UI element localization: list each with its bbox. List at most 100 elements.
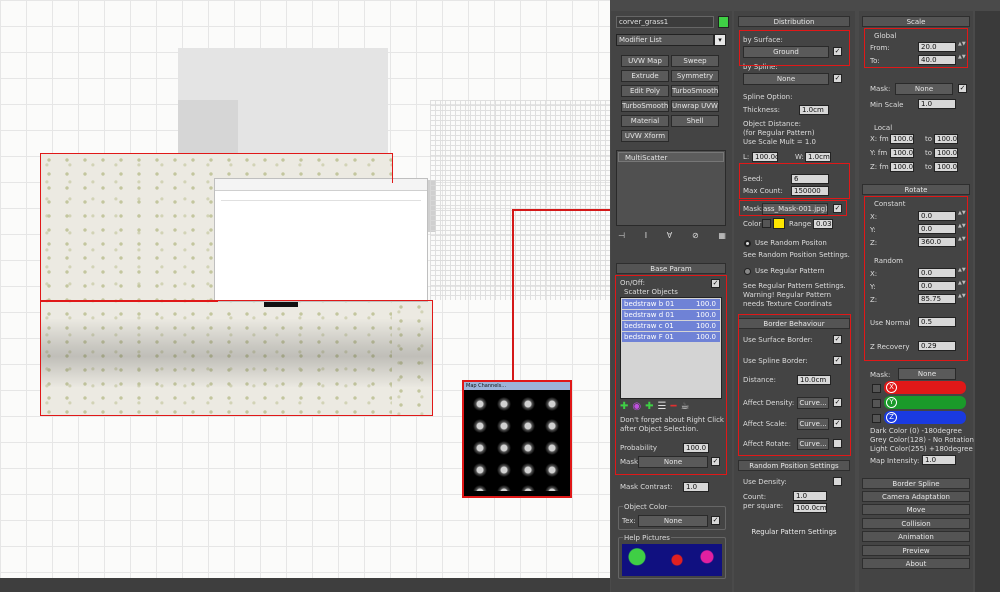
material-button[interactable]: Material xyxy=(621,115,669,127)
remove-modifier-icon[interactable]: ⊘ xyxy=(692,230,699,242)
color-checkbox[interactable] xyxy=(762,219,771,228)
collision-rollout[interactable]: Collision xyxy=(862,518,970,529)
move-rollout[interactable]: Move xyxy=(862,504,970,515)
by-surface-highlight xyxy=(739,30,850,66)
use-random-position-label: Use Random Positon xyxy=(755,239,827,247)
rotate-mask-button[interactable]: None xyxy=(898,368,956,380)
pin-stack-icon[interactable]: ⊣ xyxy=(618,230,625,242)
white-panel xyxy=(214,178,428,302)
uvw-map-button[interactable]: UVW Map xyxy=(621,55,669,67)
per-square-field[interactable]: 100.0cm xyxy=(793,503,827,513)
local-y-to-label: to xyxy=(925,149,933,157)
warning-line-1: Warning! Regular Pattern xyxy=(743,291,832,299)
spline-option-label: Spline Option: xyxy=(743,93,793,101)
tex-checkbox[interactable]: ✓ xyxy=(711,516,720,525)
local-z-label: Z: fm xyxy=(870,163,889,171)
color-swatch[interactable] xyxy=(773,218,785,229)
map-intensity-field[interactable]: 1.0 xyxy=(922,455,956,465)
random-position-radio[interactable] xyxy=(744,240,751,247)
width-field[interactable]: 1.0cm xyxy=(805,152,831,162)
configure-sets-icon[interactable]: ▦ xyxy=(718,230,726,242)
random-position-header[interactable]: Random Position Settings xyxy=(738,460,850,471)
right-scroll-strip[interactable] xyxy=(975,11,1000,592)
local-x-from-field[interactable]: 100.0 xyxy=(890,134,914,144)
mask-contrast-field[interactable]: 1.0 xyxy=(683,482,709,492)
tex-label: Tex: xyxy=(622,517,636,525)
shell-button[interactable]: Shell xyxy=(671,115,719,127)
map-intensity-label: Map Intensity: xyxy=(870,457,920,465)
thickness-field[interactable]: 1.0cm xyxy=(799,105,829,115)
make-unique-icon[interactable]: ∀ xyxy=(667,230,672,242)
length-label: L: xyxy=(743,153,750,161)
range-field[interactable]: 0.03 xyxy=(813,219,833,229)
sweep-button[interactable]: Sweep xyxy=(671,55,719,67)
local-z-to-field[interactable]: 100.0 xyxy=(934,162,958,172)
rotate-highlight xyxy=(864,196,968,361)
show-end-result-icon[interactable]: Ⅰ xyxy=(645,230,647,242)
color-label: Color xyxy=(743,220,762,228)
animation-rollout[interactable]: Animation xyxy=(862,531,970,542)
min-scale-label: Min Scale xyxy=(870,101,904,109)
tex-button[interactable]: None xyxy=(638,515,708,527)
turbosmooth-button-2[interactable]: TurboSmooth xyxy=(621,100,669,112)
object-color-swatch[interactable] xyxy=(718,16,729,28)
border-spline-rollout[interactable]: Border Spline xyxy=(862,478,970,489)
chevron-down-icon[interactable]: ▾ xyxy=(714,34,726,46)
symmetry-button[interactable]: Symmetry xyxy=(671,70,719,82)
mask-window-title: Map Channels... xyxy=(464,382,570,390)
use-scale-mult-note: Use Scale Mult = 1.0 xyxy=(743,138,816,146)
scale-header[interactable]: Scale xyxy=(862,16,970,27)
about-rollout[interactable]: About xyxy=(862,558,970,569)
local-y-from-field[interactable]: 100.0 xyxy=(890,148,914,158)
local-x-label: X: fm xyxy=(870,135,889,143)
regular-pattern-radio[interactable] xyxy=(744,268,751,275)
local-z-from-field[interactable]: 100.0 xyxy=(890,162,914,172)
mask-texture xyxy=(468,393,566,491)
local-x-to-label: to xyxy=(925,135,933,143)
distribution-header[interactable]: Distribution xyxy=(738,16,850,27)
see-regular-note: See Regular Pattern Settings. xyxy=(743,282,846,290)
width-label: W: xyxy=(795,153,804,161)
rotate-mask-label: Mask: xyxy=(870,371,891,379)
z-axis-checkbox[interactable] xyxy=(872,414,881,423)
length-field[interactable]: 100.0cl xyxy=(752,152,778,162)
local-y-to-field[interactable]: 100.0 xyxy=(934,148,958,158)
uvw-xform-button[interactable]: UVW Xform xyxy=(621,130,669,142)
by-spline-button[interactable]: None xyxy=(743,73,829,85)
edit-poly-button[interactable]: Edit Poly xyxy=(621,85,669,97)
modifier-list-dropdown[interactable]: Modifier List xyxy=(616,34,714,46)
per-square-label: per square: xyxy=(743,502,784,510)
extrude-button[interactable]: Extrude xyxy=(621,70,669,82)
min-scale-field[interactable]: 1.0 xyxy=(918,99,956,109)
help-pictures-image xyxy=(622,544,722,576)
local-z-to-label: to xyxy=(925,163,933,171)
by-spline-checkbox[interactable]: ✓ xyxy=(833,74,842,83)
mask-map-highlight xyxy=(739,200,847,216)
x-axis-checkbox[interactable] xyxy=(872,384,881,393)
object-name-field[interactable]: corver_grass1 xyxy=(616,16,714,28)
viewport[interactable]: Map Channels... xyxy=(0,0,610,578)
camera-adaptation-rollout[interactable]: Camera Adaptation xyxy=(862,491,970,502)
grass-outline-top xyxy=(40,153,393,183)
stack-item-multiscatter[interactable]: MultiScatter xyxy=(618,152,724,162)
turbosmooth-button[interactable]: TurboSmooth xyxy=(671,85,719,97)
use-density-checkbox[interactable] xyxy=(833,477,842,486)
mask-preview-window[interactable]: Map Channels... xyxy=(462,380,572,498)
y-axis-checkbox[interactable] xyxy=(872,399,881,408)
local-label: Local xyxy=(874,124,893,132)
mask-contrast-label: Mask Contrast: xyxy=(620,483,673,491)
use-density-label: Use Density: xyxy=(743,478,787,486)
unwrap-uvw-button[interactable]: Unwrap UVW xyxy=(671,100,719,112)
rotate-header[interactable]: Rotate xyxy=(862,184,970,195)
local-x-to-field[interactable]: 100.0 xyxy=(934,134,958,144)
scale-mask-checkbox[interactable]: ✓ xyxy=(958,84,967,93)
base-param-header[interactable]: Base Param xyxy=(616,263,726,274)
regular-pattern-note: (for Regular Pattern) xyxy=(743,129,815,137)
regular-pattern-header[interactable]: Regular Pattern Settings xyxy=(738,527,850,538)
x-axis-badge: X xyxy=(886,382,897,393)
modifier-stack[interactable]: MultiScatter xyxy=(616,150,726,226)
scale-mask-button[interactable]: None xyxy=(895,83,953,95)
grass-outline-left xyxy=(40,182,218,302)
count-field[interactable]: 1.0 xyxy=(793,491,827,501)
preview-rollout[interactable]: Preview xyxy=(862,545,970,556)
